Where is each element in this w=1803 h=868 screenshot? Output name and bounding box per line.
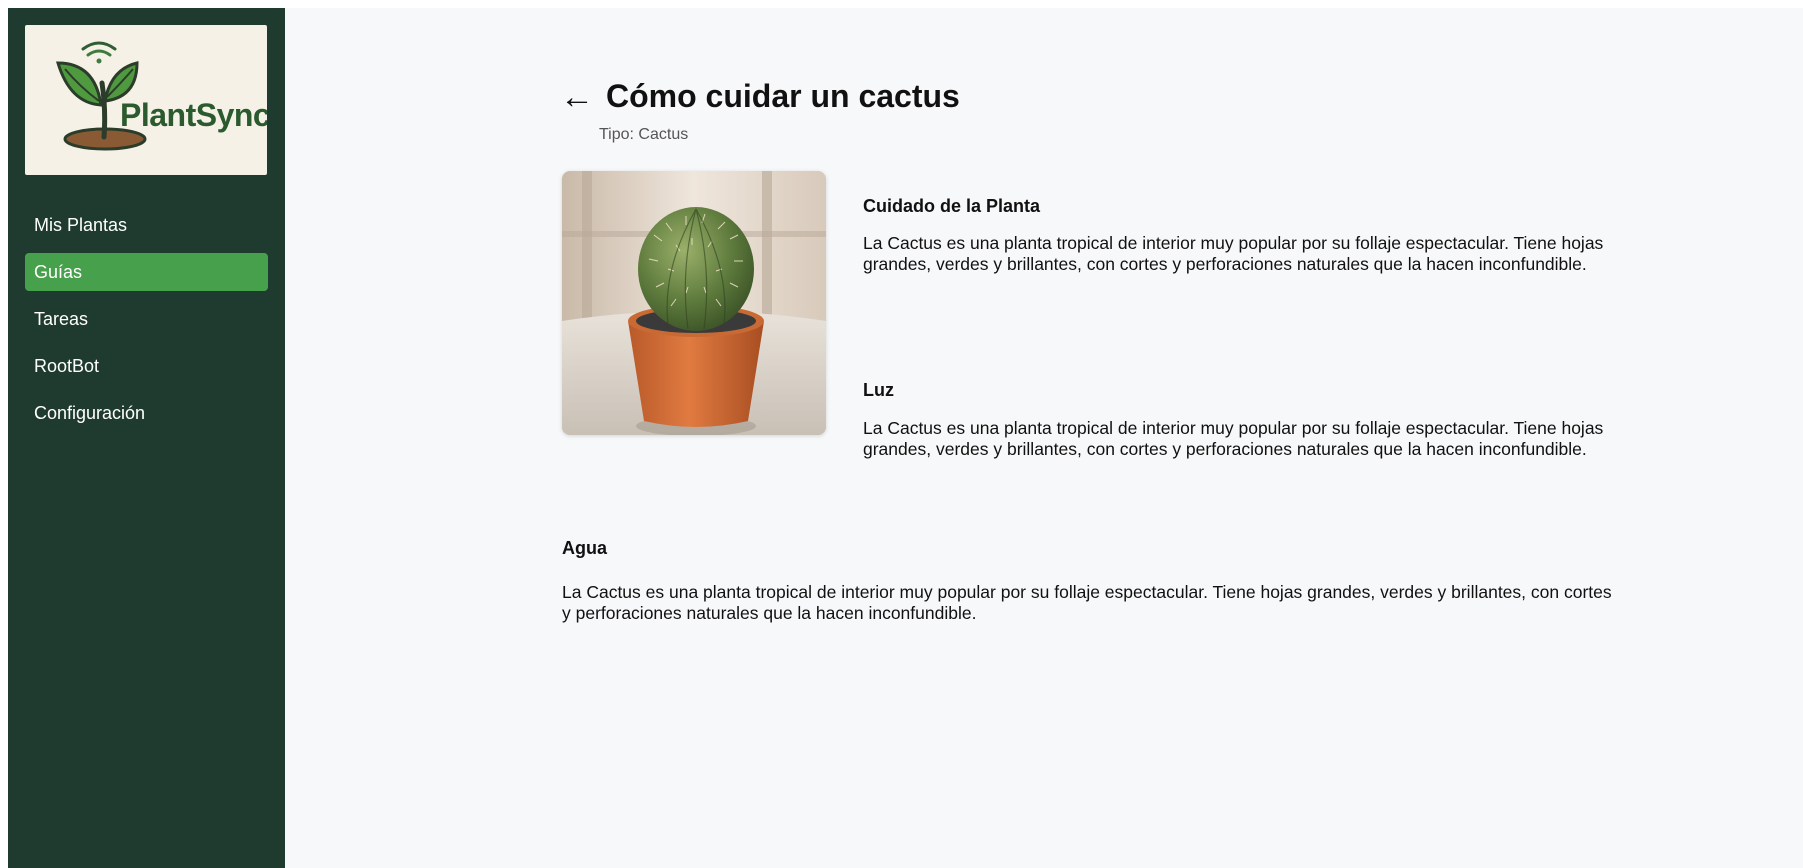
light-section-text: La Cactus es una planta tropical de inte… [863,418,1604,459]
care-section-text: La Cactus es una planta tropical de inte… [863,233,1604,274]
sidebar-item-rootbot[interactable]: RootBot [25,347,268,385]
sidebar-nav: Mis Plantas Guías Tareas RootBot Configu… [25,206,268,432]
water-section-title: Agua [562,538,607,558]
logo-wordmark: PlantSync [120,97,267,133]
main-content: ← Cómo cuidar un cactus Tipo: Cactus Cui… [285,8,1803,868]
page-title: Cómo cuidar un cactus [606,78,960,114]
sidebar-item-label: Mis Plantas [34,214,128,235]
sidebar-item-label: Configuración [34,402,146,423]
plantsync-logo[interactable]: PlantSync [25,25,267,175]
back-arrow-icon[interactable]: ← [560,80,594,114]
sidebar-item-label: Guías [34,261,83,282]
page-header: ← Cómo cuidar un cactus [560,78,960,115]
sidebar-item-guias[interactable]: Guías [25,253,268,291]
plant-type-label: Tipo: Cactus [599,126,689,143]
water-section-text: La Cactus es una planta tropical de inte… [562,582,1612,623]
sidebar: PlantSync Mis Plantas Guías Tareas RootB… [8,8,285,868]
sidebar-item-label: Tareas [34,308,89,329]
sidebar-item-label: RootBot [34,355,100,376]
sidebar-item-mis-plantas[interactable]: Mis Plantas [25,206,268,244]
care-section-title: Cuidado de la Planta [863,196,1041,216]
light-section-title: Luz [863,380,894,400]
sidebar-item-tareas[interactable]: Tareas [25,300,268,338]
cactus-image [562,171,826,435]
app-frame: PlantSync Mis Plantas Guías Tareas RootB… [8,8,1803,868]
sidebar-item-configuracion[interactable]: Configuración [25,394,268,432]
